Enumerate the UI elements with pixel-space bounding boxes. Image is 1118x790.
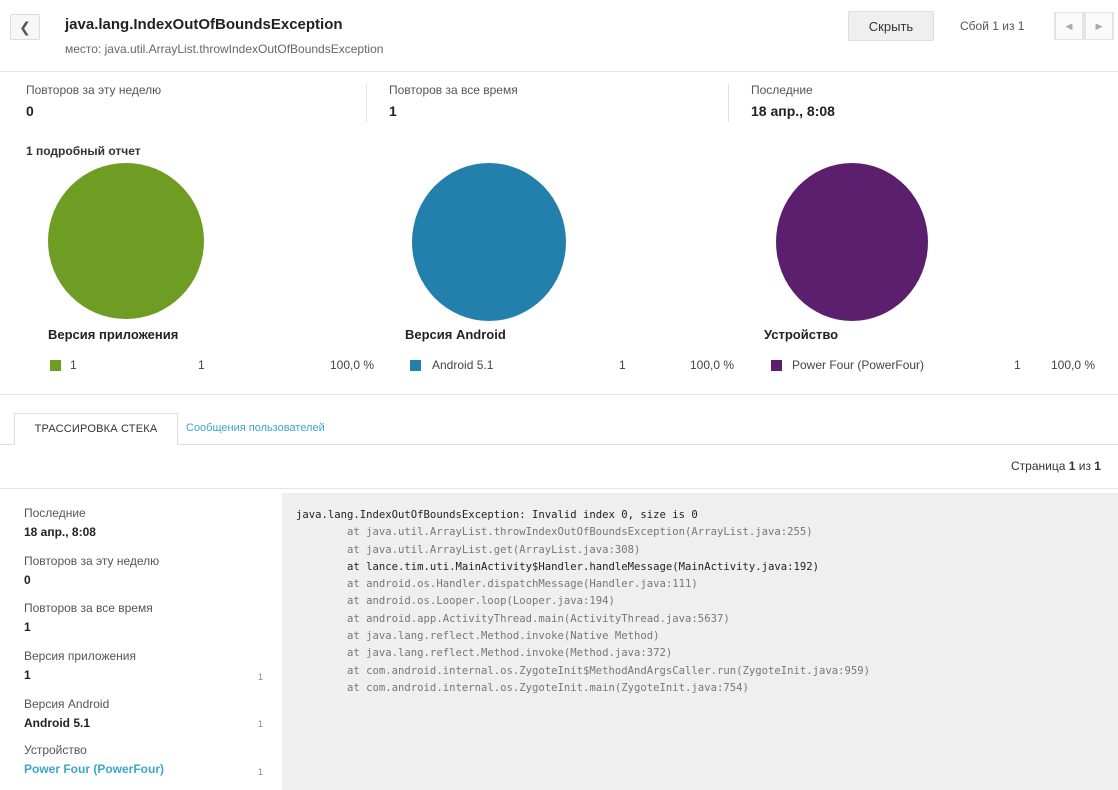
legend-name: Android 5.1 [432,358,494,372]
pie-title: Версия приложения [48,327,179,342]
page-title: java.lang.IndexOutOfBoundsException [65,16,343,33]
detail-android-version: Версия Android Android 5.1 [24,697,109,730]
trace-line: at android.app.ActivityThread.main(Activ… [296,612,730,625]
legend-percent: 100,0 % [690,358,735,372]
page-total: 1 [1094,459,1101,473]
legend-percent: 100,0 % [330,358,375,372]
detail-value: Android 5.1 [24,716,91,730]
exception-location: место: java.util.ArrayList.throwIndexOut… [65,42,384,56]
stat-all-time: Повторов за все время 1 [389,83,518,119]
detail-value: 0 [24,573,31,587]
trace-line: at com.android.internal.os.ZygoteInit.ma… [296,681,749,694]
tab-user-messages[interactable]: Сообщения пользователей [186,422,325,434]
detail-label: Повторов за все время [24,601,153,615]
stat-week: Повторов за эту неделю 0 [26,83,161,119]
stack-trace-panel: java.lang.IndexOutOfBoundsException: Inv… [282,493,1118,790]
legend-percent: 100,0 % [1051,358,1096,372]
trace-line: at android.os.Looper.loop(Looper.java:19… [296,595,615,608]
chevron-right-icon: ▶ [1085,12,1113,40]
legend-name: 1 [70,358,77,372]
detail-value: 1 [24,620,31,634]
legend-count: 1 [619,358,626,372]
content-divider [0,488,1118,489]
section-divider [0,394,1118,395]
trace-line: at java.util.ArrayList.throwIndexOutOfBo… [296,526,813,539]
stat-separator [728,84,729,122]
page-prefix: Страница [1011,459,1069,473]
detailed-reports-count: 1 подробный отчет [26,144,141,158]
back-button[interactable]: ❮ [10,14,40,40]
stat-last: Последние 18 апр., 8:08 [751,83,835,119]
chevron-left-icon: ❮ [19,18,31,35]
crash-counter: Сбой 1 из 1 [960,19,1025,33]
previous-crash-button[interactable]: ◀ [1054,12,1084,40]
detail-label: Устройство [24,743,87,757]
tab-stack-trace[interactable]: ТРАССИРОВКА СТЕКА [14,413,178,445]
app-version-pie[interactable] [48,163,204,319]
trace-line: at java.util.ArrayList.get(ArrayList.jav… [296,543,641,556]
device-pie[interactable] [776,163,928,321]
chevron-left-icon: ◀ [1055,12,1083,40]
detail-label: Версия Android [24,697,110,711]
detail-count: 1 [258,767,264,777]
detail-label: Повторов за эту неделю [24,554,160,568]
header-divider [0,71,1118,72]
stat-value: 1 [389,103,397,119]
legend-swatch [771,360,782,371]
legend-count: 1 [198,358,205,372]
stat-separator [366,84,367,122]
page-middle: из [1075,459,1095,473]
legend-swatch [410,360,421,371]
detail-count: 1 [258,672,264,682]
detail-week: Повторов за эту неделю 0 [24,554,159,587]
trace-line: at com.android.internal.os.ZygoteInit$Me… [296,664,871,677]
detail-label: Версия приложения [24,649,136,663]
detail-count: 1 [258,719,264,729]
detail-all-time: Повторов за все время 1 [24,601,153,634]
detail-label: Последние [24,506,86,520]
detail-device: Устройство Power Four (PowerFour) [24,743,164,776]
crash-pager: ◀ ▶ [1054,12,1114,40]
hide-button[interactable]: Скрыть [848,11,934,41]
android-version-pie[interactable] [412,163,566,321]
detail-value: 18 апр., 8:08 [24,525,96,539]
trace-line: at java.lang.reflect.Method.invoke(Nativ… [296,630,660,643]
legend-count: 1 [1014,358,1021,372]
detail-last: Последние 18 апр., 8:08 [24,506,96,539]
next-crash-button[interactable]: ▶ [1084,12,1114,40]
stat-value: 18 апр., 8:08 [751,103,835,119]
legend-swatch [50,360,61,371]
device-link[interactable]: Power Four (PowerFour) [24,762,164,776]
page-indicator: Страница 1 из 1 [1011,459,1101,473]
trace-line: at lance.tim.uti.MainActivity$Handler.ha… [296,560,819,573]
detail-app-version: Версия приложения 1 [24,649,136,682]
stat-value: 0 [26,103,34,119]
legend-name: Power Four (PowerFour) [792,358,925,372]
pie-title: Устройство [764,327,839,342]
pie-title: Версия Android [405,327,506,342]
stat-label: Повторов за все время [389,83,518,97]
trace-line: at android.os.Handler.dispatchMessage(Ha… [296,578,698,591]
trace-line: at java.lang.reflect.Method.invoke(Metho… [296,647,673,660]
stat-label: Повторов за эту неделю [26,83,162,97]
trace-line: java.lang.IndexOutOfBoundsException: Inv… [296,509,698,521]
detail-value: 1 [24,668,31,682]
stat-label: Последние [751,83,813,97]
